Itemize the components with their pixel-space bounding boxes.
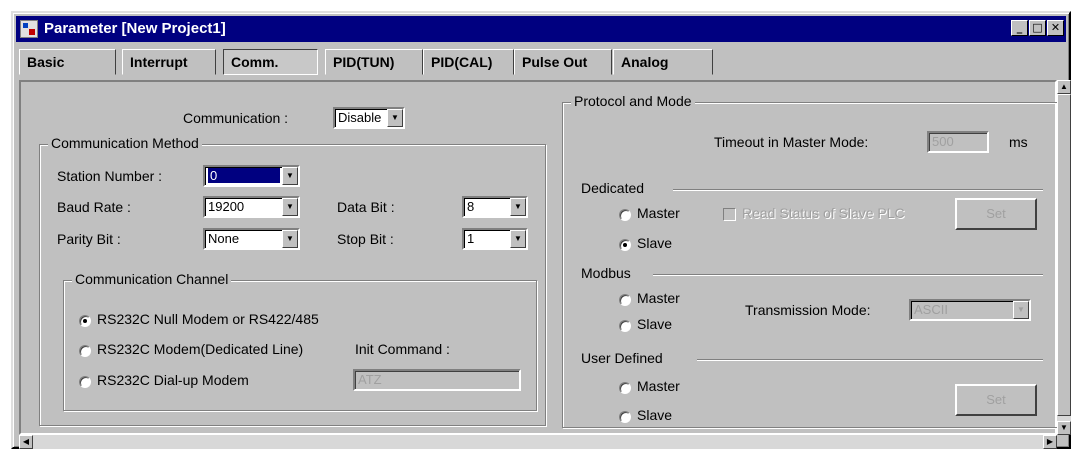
tab-basic[interactable]: Basic xyxy=(19,49,116,75)
horizontal-scrollbar[interactable]: ◀ ▶ xyxy=(19,435,1057,449)
maximize-button[interactable]: □ xyxy=(1029,20,1046,36)
parity-bit-select[interactable]: None ▼ xyxy=(203,228,300,250)
chevron-down-icon[interactable]: ▼ xyxy=(510,198,526,216)
user-defined-slave-radio[interactable] xyxy=(619,411,631,423)
user-defined-master-label[interactable]: Master xyxy=(637,378,680,394)
tab-pulse-out[interactable]: Pulse Out xyxy=(514,49,612,75)
tab-analog[interactable]: Analog xyxy=(613,49,713,75)
scroll-thumb[interactable] xyxy=(1057,94,1071,416)
channel-null-modem-label[interactable]: RS232C Null Modem or RS422/485 xyxy=(97,311,319,327)
timeout-unit: ms xyxy=(1009,134,1028,150)
init-command-input[interactable]: ATZ xyxy=(353,369,521,391)
dedicated-master-radio[interactable] xyxy=(619,209,631,221)
channel-dialup-modem-label[interactable]: RS232C Dial-up Modem xyxy=(97,372,249,388)
protocol-mode-title: Protocol and Mode xyxy=(571,93,695,109)
transmission-mode-label: Transmission Mode: xyxy=(745,302,871,318)
baud-rate-label: Baud Rate : xyxy=(57,199,131,215)
modbus-slave-label[interactable]: Slave xyxy=(637,316,672,332)
chevron-down-icon[interactable]: ▼ xyxy=(510,230,526,248)
dedicated-title: Dedicated xyxy=(581,180,645,196)
chevron-down-icon[interactable]: ▼ xyxy=(282,198,298,216)
transmission-mode-select[interactable]: ASCII ▼ xyxy=(909,299,1031,321)
channel-null-modem-radio[interactable] xyxy=(79,315,91,327)
baud-rate-select[interactable]: 19200 ▼ xyxy=(203,196,300,218)
window-title: Parameter [New Project1] xyxy=(44,20,226,37)
parameter-window: Parameter [New Project1] _ □ ✕ Basic Int… xyxy=(11,11,1071,449)
stop-bit-label: Stop Bit : xyxy=(337,231,394,247)
read-status-checkbox[interactable] xyxy=(723,208,736,221)
timeout-input[interactable]: 500 xyxy=(927,131,989,153)
station-number-value: 0 xyxy=(208,168,280,183)
modbus-divider xyxy=(653,274,1043,276)
modbus-slave-radio[interactable] xyxy=(619,320,631,332)
stop-bit-value: 1 xyxy=(467,231,475,246)
app-icon xyxy=(20,20,38,38)
channel-dialup-modem-radio[interactable] xyxy=(79,376,91,388)
title-bar[interactable]: Parameter [New Project1] _ □ ✕ xyxy=(16,16,1066,42)
scroll-left-icon[interactable]: ◀ xyxy=(19,435,33,449)
user-defined-set-button[interactable]: Set xyxy=(955,384,1037,416)
comm-settings-panel: Communication : Disable ▼ Communication … xyxy=(19,80,1058,435)
scroll-up-icon[interactable]: ▲ xyxy=(1057,80,1071,94)
user-defined-slave-label[interactable]: Slave xyxy=(637,407,672,423)
parity-bit-value: None xyxy=(208,231,240,246)
baud-rate-value: 19200 xyxy=(208,199,245,214)
communication-select[interactable]: Disable ▼ xyxy=(333,107,405,129)
tab-strip: Basic Interrupt Comm. PID(TUN) PID(CAL) … xyxy=(19,49,727,75)
scroll-right-icon[interactable]: ▶ xyxy=(1043,435,1057,449)
communication-value: Disable xyxy=(338,110,382,125)
data-bit-label: Data Bit : xyxy=(337,199,395,215)
station-number-label: Station Number : xyxy=(57,168,163,184)
user-defined-master-radio[interactable] xyxy=(619,382,631,394)
init-command-label: Init Command : xyxy=(355,341,450,357)
tab-pid-tun[interactable]: PID(TUN) xyxy=(325,49,423,75)
title-buttons: _ □ ✕ xyxy=(1011,20,1064,36)
chevron-down-icon[interactable]: ▼ xyxy=(1013,301,1029,319)
dedicated-set-button[interactable]: Set xyxy=(955,198,1037,230)
dedicated-master-label[interactable]: Master xyxy=(637,205,680,221)
communication-label: Communication : xyxy=(183,110,289,126)
communication-channel-title: Communication Channel xyxy=(72,271,232,287)
chevron-down-icon[interactable]: ▼ xyxy=(387,109,403,127)
read-status-label: Read Status of Slave PLC xyxy=(742,205,905,221)
modbus-title: Modbus xyxy=(581,265,631,281)
parity-bit-label: Parity Bit : xyxy=(57,231,121,247)
close-button[interactable]: ✕ xyxy=(1047,20,1064,36)
stop-bit-select[interactable]: 1 ▼ xyxy=(462,228,528,250)
tab-comm[interactable]: Comm. xyxy=(223,49,318,75)
dedicated-slave-label[interactable]: Slave xyxy=(637,235,672,251)
channel-dedicated-modem-label[interactable]: RS232C Modem(Dedicated Line) xyxy=(97,341,303,357)
communication-method-title: Communication Method xyxy=(48,135,202,151)
channel-dedicated-modem-radio[interactable] xyxy=(79,345,91,357)
vertical-scrollbar[interactable]: ▲ ▼ xyxy=(1057,80,1071,435)
modbus-master-radio[interactable] xyxy=(619,294,631,306)
timeout-label: Timeout in Master Mode: xyxy=(714,134,869,150)
scroll-down-icon[interactable]: ▼ xyxy=(1057,421,1071,435)
data-bit-select[interactable]: 8 ▼ xyxy=(462,196,528,218)
user-defined-divider xyxy=(697,359,1043,361)
dedicated-divider xyxy=(673,189,1043,191)
station-number-select[interactable]: 0 ▼ xyxy=(203,165,300,187)
user-defined-title: User Defined xyxy=(581,350,663,366)
tab-interrupt[interactable]: Interrupt xyxy=(122,49,216,75)
chevron-down-icon[interactable]: ▼ xyxy=(282,230,298,248)
data-bit-value: 8 xyxy=(467,199,475,214)
modbus-master-label[interactable]: Master xyxy=(637,290,680,306)
minimize-button[interactable]: _ xyxy=(1011,20,1028,36)
tab-pid-cal[interactable]: PID(CAL) xyxy=(423,49,514,75)
dedicated-slave-radio[interactable] xyxy=(619,239,631,251)
transmission-mode-value: ASCII xyxy=(914,302,948,317)
chevron-down-icon[interactable]: ▼ xyxy=(282,167,298,185)
